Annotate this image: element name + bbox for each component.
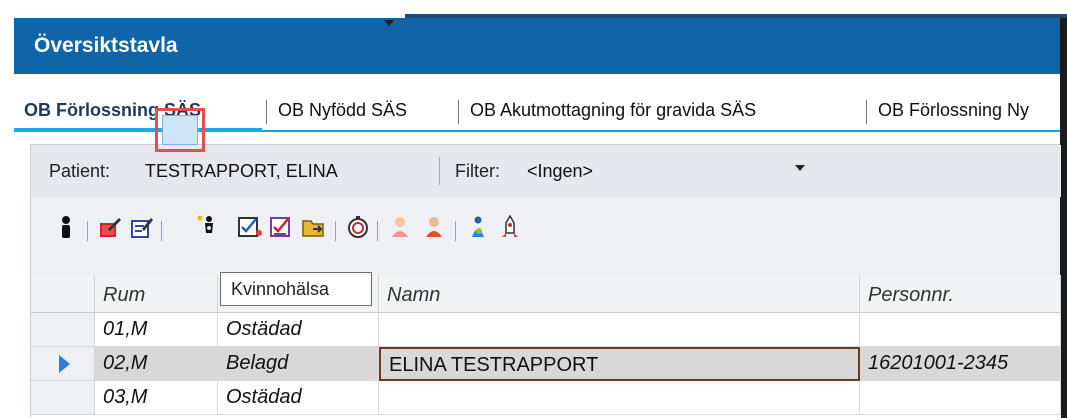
column-header-namn[interactable]: Namn — [379, 275, 860, 313]
separator — [439, 157, 440, 185]
right-edge — [1060, 18, 1067, 418]
tab-separator — [266, 100, 267, 124]
column-header-rum[interactable]: Rum — [95, 275, 261, 313]
column-label-namn: Namn — [387, 284, 441, 306]
separator — [455, 221, 456, 241]
tab-label: OB Förlossning Ny — [878, 100, 1030, 120]
tab-separator — [866, 100, 867, 124]
tab-label: OB Nyfödd SÄS — [278, 100, 408, 120]
edit-form-icon[interactable] — [129, 215, 155, 241]
tab-ob-forlossning-sas[interactable]: OB Förlossning SÄS — [14, 90, 262, 132]
row-header[interactable] — [31, 347, 95, 381]
separator — [161, 221, 162, 241]
separator — [377, 221, 378, 241]
toolbar — [31, 203, 1061, 255]
filter-label: Filter: — [455, 161, 500, 181]
patient-grid: Rum Namn Personnr. 01,M Ostädad 02,M Bel… — [31, 275, 1061, 418]
column-header-personnr[interactable]: Personnr. — [860, 275, 1061, 313]
title-bar: Översiktstavla — [14, 18, 1067, 74]
button-hover-state — [162, 115, 198, 145]
cell-namn[interactable]: ELINA TESTRAPPORT — [379, 347, 860, 381]
cell-personnr[interactable] — [860, 313, 1061, 347]
patient-label: Patient: — [49, 161, 111, 181]
cell-rum[interactable]: 01,M — [95, 313, 218, 347]
column-label-rum: Rum — [103, 284, 146, 306]
tooltip: Kvinnohälsa — [220, 272, 372, 306]
kvinnohalsa-highlight — [155, 108, 205, 152]
patient-select[interactable]: TESTRAPPORT, ELINA — [139, 20, 425, 189]
tab-label: OB Akutmottagning för gravida SÄS — [470, 100, 757, 120]
cell-status[interactable]: Belagd — [218, 347, 379, 381]
row-header[interactable] — [31, 313, 95, 347]
cell-namn[interactable] — [379, 381, 860, 415]
kvinnohalsa-icon[interactable] — [195, 213, 221, 239]
separator — [335, 221, 336, 241]
overview-panel: Patient: TESTRAPPORT, ELINA Filter: <Ing… — [30, 20, 1061, 418]
row-header[interactable] — [31, 381, 95, 415]
tab-ob-akutmottagning[interactable]: OB Akutmottagning för gravida SÄS — [460, 90, 862, 132]
filter-bar: Patient: TESTRAPPORT, ELINA Filter: <Ing… — [31, 20, 1061, 197]
folder-icon[interactable] — [301, 215, 327, 241]
checklist-icon[interactable] — [237, 215, 263, 241]
tab-separator — [458, 100, 459, 124]
tab-ob-nyfodd-sas[interactable]: OB Nyfödd SÄS — [268, 90, 454, 132]
patient-value: TESTRAPPORT, ELINA — [145, 161, 338, 181]
person-icon[interactable] — [53, 215, 79, 241]
table-row-selected[interactable]: 02,M Belagd ELINA TESTRAPPORT 16201001-2… — [31, 347, 1061, 381]
edit-red-icon[interactable] — [97, 215, 123, 241]
stopwatch-icon[interactable] — [345, 215, 371, 241]
cell-status[interactable]: Ostädad — [218, 381, 379, 415]
cell-personnr[interactable]: 16201001-2345 — [860, 347, 1061, 381]
cell-rum[interactable]: 03,M — [95, 381, 218, 415]
table-row[interactable]: 01,M Ostädad — [31, 313, 1061, 347]
cell-status[interactable]: Ostädad — [218, 313, 379, 347]
table-row[interactable]: 03,M Ostädad — [31, 381, 1061, 415]
cell-personnr[interactable] — [860, 381, 1061, 415]
filter-value: <Ingen> — [527, 161, 594, 181]
staff-red-icon[interactable] — [421, 215, 447, 241]
cell-namn[interactable] — [379, 313, 860, 347]
staff-icon[interactable] — [387, 215, 413, 241]
tab-ob-forlossning-ny[interactable]: OB Förlossning Ny — [868, 90, 1060, 132]
mother-child-icon[interactable] — [465, 215, 491, 241]
current-row-indicator-icon — [59, 355, 70, 373]
rocket-icon[interactable] — [497, 214, 523, 241]
chevron-down-icon[interactable] — [795, 165, 805, 171]
filter-select[interactable]: <Ingen> — [521, 153, 811, 189]
separator — [87, 221, 88, 241]
top-strip — [0, 0, 1067, 20]
chevron-down-icon — [384, 20, 394, 26]
row-header-column — [31, 275, 95, 313]
cell-rum[interactable]: 02,M — [95, 347, 218, 381]
column-label-personnr: Personnr. — [868, 284, 954, 306]
checklist-red-icon[interactable] — [269, 215, 295, 241]
window-title: Översiktstavla — [34, 34, 178, 57]
